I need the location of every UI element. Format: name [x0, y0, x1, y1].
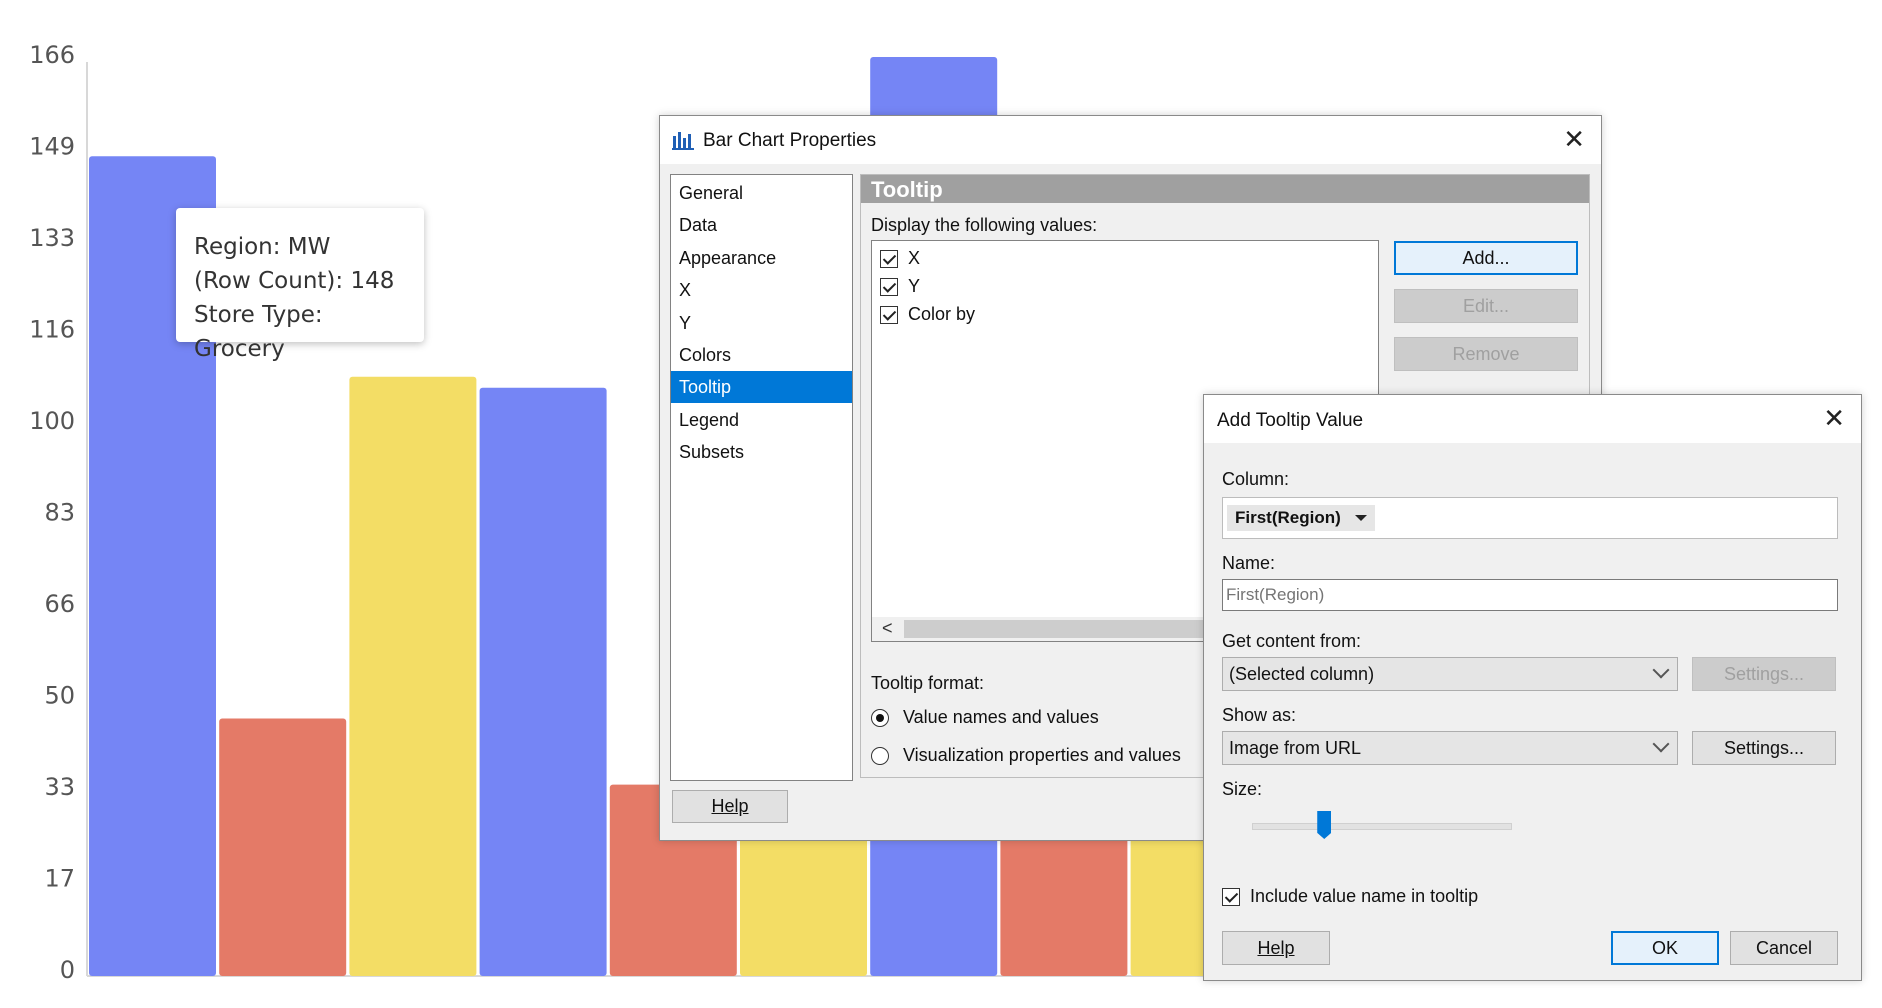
- cancel-button[interactable]: Cancel: [1730, 931, 1838, 965]
- help-button-label: Help: [1257, 938, 1295, 958]
- edit-button-label: Edit...: [1462, 296, 1510, 316]
- show-as-settings-button[interactable]: Settings...: [1692, 731, 1836, 765]
- remove-button-label: Remove: [1452, 344, 1520, 364]
- value-checkbox[interactable]: [880, 250, 898, 268]
- display-values-label: Display the following values:: [871, 215, 1098, 235]
- tooltip-row-count: (Row Count): 148: [194, 268, 395, 294]
- get-content-label: Get content from:: [1222, 631, 1362, 651]
- remove-button[interactable]: Remove: [1394, 337, 1578, 371]
- value-checkbox[interactable]: [880, 278, 898, 296]
- close-icon[interactable]: ✕: [1563, 124, 1585, 155]
- format-option-value-names[interactable]: [871, 709, 889, 727]
- show-as-select[interactable]: Image from URL: [1222, 731, 1678, 765]
- y-tick-label: 66: [44, 590, 75, 618]
- column-label: Column:: [1222, 469, 1290, 489]
- y-tick-label: 17: [44, 865, 75, 893]
- tooltip-region: Region: MW: [194, 234, 331, 260]
- add-button-label: Add...: [1462, 248, 1510, 268]
- show-as-value: Image from URL: [1229, 738, 1362, 758]
- size-slider[interactable]: [1252, 811, 1512, 843]
- column-value: First(Region): [1235, 508, 1341, 527]
- nav-item-legend[interactable]: Legend: [671, 404, 852, 436]
- format-option-value-names-label: Value names and values: [903, 707, 1099, 727]
- y-tick-label: 166: [29, 41, 75, 69]
- y-tick-label: 116: [29, 316, 75, 344]
- y-tick-label: 0: [60, 956, 75, 984]
- property-nav-list: General Data Appearance X Y Colors Tooltip Lege…: [670, 174, 853, 781]
- chart-tooltip: Region: MW (Row Count): 148 Store Type: …: [176, 208, 424, 362]
- chevron-down-icon: [1652, 661, 1670, 679]
- nav-item-subsets[interactable]: Subsets: [671, 436, 852, 468]
- y-tick-label: 133: [29, 224, 75, 252]
- dialog-title: Bar Chart Properties: [703, 130, 877, 151]
- bar[interactable]: [349, 376, 477, 976]
- y-tick-label: 149: [29, 133, 75, 161]
- size-label: Size:: [1222, 779, 1263, 799]
- nav-item-appearance[interactable]: Appearance: [671, 242, 852, 274]
- chevron-down-icon: [1652, 735, 1670, 753]
- get-content-value: (Selected column): [1229, 664, 1375, 684]
- slider-track: [1252, 823, 1512, 830]
- show-as-settings-label: Settings...: [1723, 738, 1805, 758]
- y-tick-label: 83: [44, 499, 75, 527]
- slider-thumb[interactable]: [1317, 811, 1332, 839]
- bar[interactable]: [219, 718, 347, 976]
- add-button[interactable]: Add...: [1394, 241, 1578, 275]
- value-label: Y: [908, 276, 921, 296]
- content-settings-button[interactable]: Settings...: [1692, 657, 1836, 691]
- include-value-name-checkbox[interactable]: [1222, 888, 1240, 906]
- dialog-title: Add Tooltip Value: [1217, 410, 1364, 431]
- content-settings-label: Settings...: [1723, 664, 1805, 684]
- format-option-visualization-label: Visualization properties and values: [903, 745, 1181, 765]
- show-as-label: Show as:: [1222, 705, 1297, 725]
- get-content-select[interactable]: (Selected column): [1222, 657, 1678, 691]
- y-tick-label: 100: [29, 407, 75, 435]
- bar[interactable]: [479, 387, 607, 976]
- dialog-titlebar: Bar Chart Properties ✕: [660, 116, 1601, 164]
- format-option-visualization[interactable]: [871, 747, 889, 765]
- name-input[interactable]: [1222, 579, 1838, 611]
- scroll-left-icon[interactable]: <: [882, 618, 893, 639]
- name-label: Name:: [1222, 553, 1276, 573]
- column-selector[interactable]: First(Region): [1227, 505, 1375, 531]
- dropdown-arrow-icon: [1355, 515, 1367, 521]
- value-label: X: [908, 248, 921, 268]
- y-tick-label: 50: [44, 682, 75, 710]
- edit-button[interactable]: Edit...: [1394, 289, 1578, 323]
- ok-button[interactable]: OK: [1611, 931, 1719, 965]
- y-tick-label: 33: [44, 773, 75, 801]
- value-checkbox[interactable]: [880, 306, 898, 324]
- dialog-titlebar: Add Tooltip Value ✕: [1204, 395, 1861, 443]
- nav-item-tooltip[interactable]: Tooltip: [671, 371, 852, 404]
- nav-item-colors[interactable]: Colors: [671, 339, 852, 371]
- ok-button-label: OK: [1651, 938, 1678, 958]
- help-button[interactable]: Help: [672, 790, 788, 823]
- nav-item-general[interactable]: General: [671, 177, 852, 209]
- help-button[interactable]: Help: [1222, 931, 1330, 965]
- add-tooltip-value-dialog: Add Tooltip Value ✕ Column: First(Region…: [1203, 394, 1862, 981]
- section-header: Tooltip: [861, 175, 1589, 203]
- cancel-button-label: Cancel: [1755, 938, 1813, 958]
- help-button-label: Help: [711, 796, 749, 816]
- section-header-text: Tooltip: [871, 177, 943, 202]
- nav-item-y[interactable]: Y: [671, 307, 852, 339]
- nav-item-x[interactable]: X: [671, 274, 852, 306]
- close-icon[interactable]: ✕: [1823, 403, 1845, 434]
- include-value-name-label: Include value name in tooltip: [1250, 886, 1479, 906]
- value-label: Color by: [908, 304, 976, 324]
- tooltip-format-label: Tooltip format:: [871, 673, 985, 693]
- bar-chart-icon: [672, 132, 694, 150]
- column-selector-box: First(Region): [1222, 497, 1838, 539]
- tooltip-store-type: Store Type: Grocery: [194, 302, 323, 362]
- nav-item-data[interactable]: Data: [671, 209, 852, 241]
